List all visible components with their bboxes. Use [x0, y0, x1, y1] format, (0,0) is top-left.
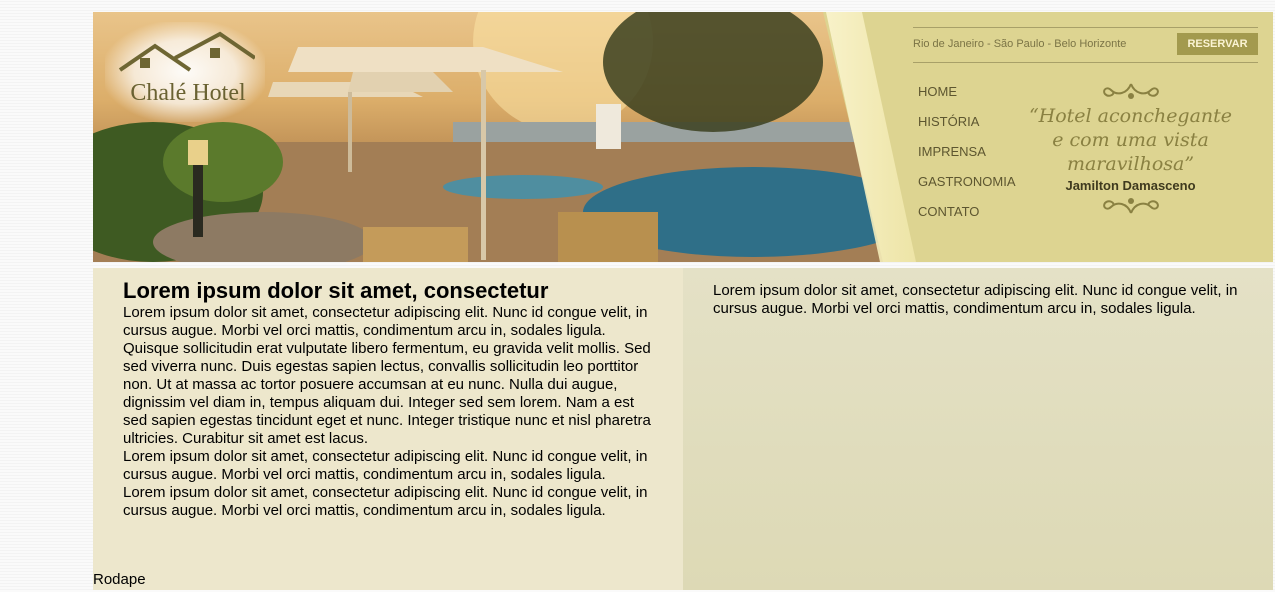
cities-list: Rio de Janeiro - São Paulo - Belo Horizo…: [913, 38, 1127, 50]
header-photo: Chalé Hotel: [93, 12, 883, 262]
page-title: Lorem ipsum dolor sit amet, consectetur: [123, 278, 549, 303]
main-content: Lorem ipsum dolor sit amet, consectetur …: [93, 268, 683, 590]
house-roof-icon: [118, 31, 255, 72]
testimonial-author: Jamilton Damasceno: [1065, 178, 1196, 193]
sidebar-content: Lorem ipsum dolor sit amet, consectetur …: [683, 268, 1273, 590]
logo-text: Chalé Hotel: [130, 80, 246, 106]
divider: [913, 62, 1258, 63]
content-paragraph: Lorem ipsum dolor sit amet, consectetur …: [123, 484, 648, 519]
nav-item-contato[interactable]: CONTATO: [918, 204, 1016, 234]
content-paragraph: Lorem ipsum dolor sit amet, consectetur …: [123, 448, 648, 483]
reserve-button[interactable]: RESERVAR: [1177, 33, 1258, 55]
flourish-top-icon: [1102, 83, 1159, 99]
nav-item-imprensa[interactable]: IMPRENSA: [918, 144, 1016, 174]
quote-line: e com uma vista: [1052, 129, 1209, 151]
testimonial: “Hotel aconchegante e com uma vista mara…: [1023, 80, 1238, 217]
main-nav: HOME HISTÓRIA IMPRENSA GASTRONOMIA CONTA…: [918, 84, 1016, 234]
nav-item-historia[interactable]: HISTÓRIA: [918, 114, 1016, 144]
quote-line: maravilhosa”: [1066, 153, 1195, 175]
testimonial-quote: “Hotel aconchegante e com uma vista mara…: [1023, 104, 1238, 176]
content-paragraph: Lorem ipsum dolor sit amet, consectetur …: [123, 304, 651, 447]
flourish-bottom-icon: [1102, 198, 1159, 214]
quote-line: “Hotel aconchegante: [1028, 105, 1233, 127]
footer-text: Rodape: [93, 571, 146, 588]
nav-item-gastronomia[interactable]: GASTRONOMIA: [918, 174, 1016, 204]
hotel-logo[interactable]: Chalé Hotel: [105, 22, 265, 122]
divider: [913, 27, 1258, 28]
sidebar-text: Lorem ipsum dolor sit amet, consectetur …: [713, 282, 1238, 317]
nav-item-home[interactable]: HOME: [918, 84, 1016, 114]
site-header: Chalé Hotel Rio de Janeiro - São Paulo -…: [93, 12, 1273, 262]
